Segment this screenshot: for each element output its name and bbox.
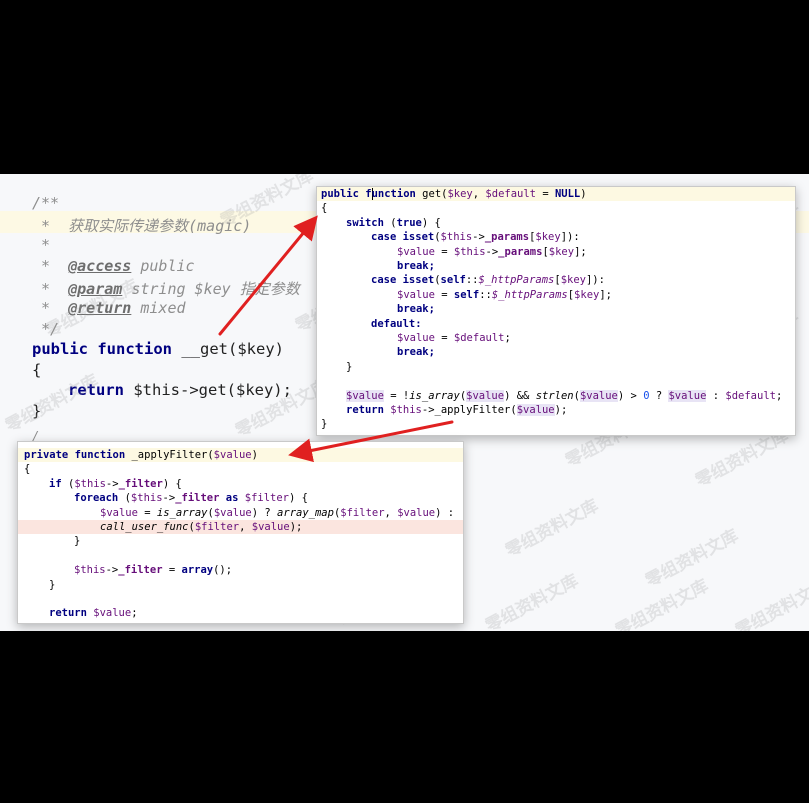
watermark: 零组资料文库: [2, 370, 102, 437]
code-line-3: if ($this->_filter) {: [49, 477, 182, 490]
watermark: 零组资料文库: [482, 570, 582, 631]
watermark: 零组资料文库: [502, 495, 602, 562]
doc-comment-blank: *: [32, 236, 51, 254]
code-line-2: {: [24, 463, 31, 476]
watermark: 零组资料文库: [732, 575, 809, 631]
editor-stage: /** * 获取实际传递参数(magic) * * @access public…: [0, 174, 809, 631]
code-line-1: private function _applyFilter($value): [18, 448, 463, 463]
get-magic-signature: public function __get($key): [32, 340, 284, 358]
code-line-9: break;: [397, 303, 435, 316]
code-line-17: }: [321, 418, 328, 431]
code-line-13: }: [346, 360, 353, 373]
code-line-4: foreach ($this->_filter as $filter) {: [74, 492, 308, 505]
code-line-5: $value = $this->_params[$key];: [397, 245, 587, 258]
code-line-1: public function get($key, $default = NUL…: [317, 187, 795, 202]
doc-comment-access: * @access public: [32, 257, 195, 275]
code-line-11: $value = $default;: [397, 332, 511, 344]
doc-comment-open: /**: [32, 194, 60, 212]
return-statement: return $this->get($key);: [68, 381, 292, 399]
code-line-2: {: [321, 202, 328, 215]
code-line-4: case isset($this->_params[$key]):: [371, 231, 580, 244]
code-line-7: case isset(self::$_httpParams[$key]):: [371, 274, 605, 287]
code-line-9: $this->_filter = array();: [74, 564, 233, 577]
code-line-10: }: [49, 578, 56, 591]
close-brace: }: [32, 402, 42, 420]
apply-filter-popup: private function _applyFilter($value) { …: [17, 441, 464, 624]
code-line-10: default:: [371, 317, 422, 330]
doc-param-tag: @param: [68, 280, 123, 298]
arrow-to-get-popup: [218, 215, 318, 336]
code-line-16: return $this->_applyFilter($value);: [346, 404, 568, 416]
code-line-12: break;: [397, 346, 435, 359]
code-line-7: }: [74, 535, 81, 548]
doc-return-tag: @return: [68, 299, 132, 317]
code-line-5: $value = is_array($value) ? array_map($f…: [100, 506, 455, 519]
get-function-popup: public function get($key, $default = NUL…: [316, 186, 796, 436]
doc-access-tag: @access: [68, 257, 132, 275]
code-line-3: switch (true) {: [346, 216, 441, 229]
doc-comment-param: * @param string $key 指定参数: [32, 280, 300, 298]
open-brace: {: [32, 361, 42, 379]
watermark: 零组资料文库: [612, 575, 712, 631]
code-line-6: break;: [397, 260, 435, 272]
code-line-8: $value = self::$_httpParams[$key];: [397, 288, 612, 301]
code-line-15: $value = !is_array($value) && strlen($va…: [346, 389, 783, 402]
doc-comment-summary: * 获取实际传递参数(magic): [32, 217, 252, 235]
watermark: 零组资料文库: [642, 525, 742, 592]
doc-comment-return: * @return mixed: [32, 299, 186, 317]
doc-comment-close: */: [32, 320, 60, 338]
code-line-12: return $value;: [49, 607, 138, 620]
code-line-6: call_user_func($filter, $value);: [18, 520, 463, 535]
